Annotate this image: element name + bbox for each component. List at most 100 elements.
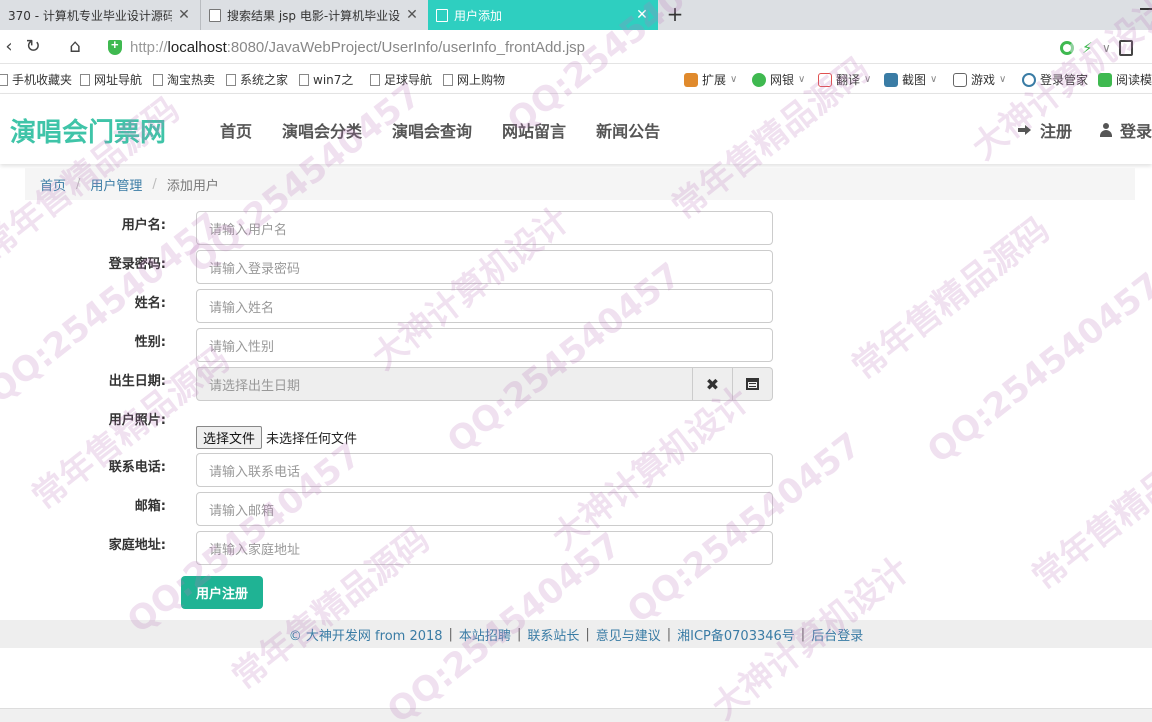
footer-link-jobs[interactable]: 本站招聘 [459, 625, 511, 644]
browser-tab-bar: 370 - 计算机专业毕业设计源码 ✕ 搜索结果 jsp 电影-计算机毕业设 ✕… [0, 0, 1152, 30]
file-status: 未选择任何文件 [266, 432, 358, 447]
register-link[interactable]: 注册 [1017, 118, 1072, 142]
new-tab-button[interactable]: + [664, 3, 686, 25]
form-row-address: 家庭地址: 请输入家庭地址 [0, 531, 800, 568]
back-icon[interactable]: ‹ [0, 36, 20, 58]
open-calendar-button[interactable] [733, 367, 773, 401]
form-row-phone: 联系电话: 请输入联系电话 [0, 453, 800, 490]
tool-extension[interactable]: 扩展 ∨ [684, 71, 737, 88]
bookmark-item[interactable]: 淘宝热卖 [153, 71, 215, 88]
address-bar: ‹ ↻ ⌂ http://localhost:8080/JavaWebProje… [0, 30, 1152, 64]
url-host: localhost [167, 38, 227, 56]
breadcrumb: 首页 / 用户管理 / 添加用户 [25, 168, 1135, 200]
page-icon [153, 73, 163, 86]
phone-label: 联系电话: [108, 460, 166, 475]
chevron-down-icon[interactable]: ∨ [1102, 41, 1111, 55]
email-input[interactable]: 请输入邮箱 [196, 492, 773, 526]
nav-news[interactable]: 新闻公告 [596, 118, 660, 142]
tool-translate[interactable]: 翻译 ∨ [818, 71, 871, 88]
breadcrumb-home[interactable]: 首页 [40, 175, 66, 194]
password-label: 登录密码: [108, 257, 166, 272]
add-user-form: 用户名: 请输入用户名 登录密码: 请输入登录密码 姓名: 请输入姓名 性别: … [0, 200, 1152, 620]
screen-icon[interactable] [1118, 40, 1133, 56]
tool-games[interactable]: 游戏 ∨ [953, 71, 1006, 88]
form-row-photo: 用户照片: 选择文件 未选择任何文件 [0, 407, 800, 449]
name-input[interactable]: 请输入姓名 [196, 289, 773, 323]
browser-tab-2[interactable]: 搜索结果 jsp 电影-计算机毕业设 ✕ [200, 0, 428, 30]
translate-icon [818, 72, 832, 87]
close-icon[interactable]: ✕ [634, 7, 650, 23]
nav-concert-category[interactable]: 演唱会分类 [282, 118, 362, 142]
register-submit-button[interactable]: 用户注册 [181, 576, 263, 609]
browser-tab-1[interactable]: 370 - 计算机专业毕业设计源码 ✕ [0, 0, 200, 30]
tool-bank[interactable]: 网银 ∨ [752, 71, 805, 88]
chevron-down-icon: ∨ [930, 74, 938, 85]
page-icon [443, 73, 453, 86]
nav-concert-search[interactable]: 演唱会查询 [392, 118, 472, 142]
bookmarks-bar: 手机收藏夹 网址导航 淘宝热卖 系统之家 win7之 足球导航 网上购物 扩展 ∨… [0, 64, 1152, 94]
extension-icon [684, 72, 698, 87]
bookmark-item[interactable]: 系统之家 [226, 71, 288, 88]
site-header: 演唱会门票网 首页 演唱会分类 演唱会查询 网站留言 新闻公告 注册 登录 [0, 94, 1152, 164]
site-logo[interactable]: 演唱会门票网 [10, 112, 166, 149]
bookmark-item[interactable]: 网上购物 [443, 71, 505, 88]
sign-in-icon [1017, 124, 1032, 136]
address-label: 家庭地址: [108, 538, 166, 553]
lightning-icon[interactable]: ⚡ [1082, 40, 1094, 56]
choose-file-button[interactable]: 选择文件 [196, 426, 263, 449]
bookmark-item[interactable]: 网址导航 [80, 71, 142, 88]
birthday-picker: 请选择出生日期 ✖ [196, 367, 773, 401]
photo-label: 用户照片: [108, 413, 166, 428]
document-icon [436, 8, 448, 22]
calendar-icon [746, 378, 759, 390]
tool-login-manager[interactable]: 登录管家 [1022, 71, 1088, 88]
page-icon [299, 73, 309, 86]
footer-link-contact[interactable]: 联系站长 [527, 625, 579, 644]
nav-guestbook[interactable]: 网站留言 [502, 118, 566, 142]
reload-icon[interactable]: ↻ [22, 36, 44, 58]
document-icon [209, 8, 221, 22]
clear-date-button[interactable]: ✖ [693, 367, 733, 401]
url-input[interactable]: http://localhost:8080/JavaWebProject/Use… [102, 34, 1042, 60]
birthday-input[interactable]: 请选择出生日期 [196, 367, 693, 401]
close-icon[interactable]: ✕ [176, 7, 192, 23]
gender-input[interactable]: 请输入性别 [196, 328, 773, 362]
bookmark-item[interactable]: 足球导航 [370, 71, 432, 88]
form-row-password: 登录密码: 请输入登录密码 [0, 250, 800, 287]
breadcrumb-current: 添加用户 [166, 178, 219, 194]
footer-link-icp[interactable]: 湘ICP备0703346号 [677, 625, 795, 644]
name-label: 姓名: [134, 296, 166, 311]
chevron-down-icon: ∨ [730, 74, 738, 85]
close-icon[interactable]: ✕ [404, 7, 420, 23]
tool-reader-mode[interactable]: 阅读模 [1098, 71, 1152, 88]
password-input[interactable]: 请输入登录密码 [196, 250, 773, 284]
username-input[interactable]: 请输入用户名 [196, 211, 773, 245]
footer-link-admin-login[interactable]: 后台登录 [811, 625, 863, 644]
user-nav: 注册 登录 [1017, 118, 1152, 142]
browser-tab-3-active[interactable]: 用户添加 ✕ [428, 0, 658, 30]
chevron-down-icon: ∨ [864, 74, 872, 85]
form-row-email: 邮箱: 请输入邮箱 [0, 492, 800, 529]
footer-copyright: © 大神开发网 from 2018 [288, 628, 443, 644]
tab-title: 370 - 计算机专业毕业设计源码 [8, 8, 172, 23]
nav-home[interactable]: 首页 [220, 118, 252, 142]
bookmark-item[interactable]: 手机收藏夹 [0, 71, 72, 88]
minimize-icon[interactable] [1140, 8, 1152, 10]
login-link[interactable]: 登录 [1099, 118, 1152, 142]
refresh-accelerate-icon[interactable] [1060, 41, 1074, 55]
breadcrumb-separator: / [76, 176, 81, 192]
home-icon[interactable]: ⌂ [64, 36, 86, 58]
secure-shield-icon [108, 37, 122, 55]
tool-screenshot[interactable]: 截图 ∨ [884, 71, 937, 88]
phone-input[interactable]: 请输入联系电话 [196, 453, 773, 487]
breadcrumb-separator: / [152, 176, 157, 192]
tab-title: 搜索结果 jsp 电影-计算机毕业设 [227, 8, 400, 23]
breadcrumb-user-management[interactable]: 用户管理 [90, 175, 142, 194]
page-icon [80, 73, 90, 86]
book-icon [1098, 72, 1112, 87]
footer-link-feedback[interactable]: 意见与建议 [596, 625, 661, 644]
address-input[interactable]: 请输入家庭地址 [196, 531, 773, 565]
chevron-down-icon: ∨ [798, 74, 806, 85]
email-label: 邮箱: [134, 499, 166, 514]
bookmark-item[interactable]: win7之 [299, 71, 353, 88]
